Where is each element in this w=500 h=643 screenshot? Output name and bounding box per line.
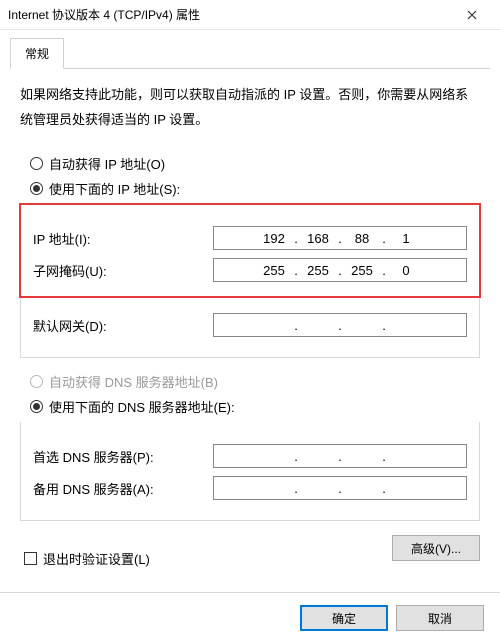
row-subnet-mask: 子网掩码(U): 255. 255. 255. 0 — [33, 258, 467, 282]
radio-label: 自动获得 DNS 服务器地址(B) — [49, 372, 218, 391]
row-dns-primary: 首选 DNS 服务器(P): . . . — [33, 444, 467, 468]
input-subnet-mask[interactable]: 255. 255. 255. 0 — [213, 258, 467, 282]
row-dns-secondary: 备用 DNS 服务器(A): . . . — [33, 476, 467, 500]
input-dns-secondary[interactable]: . . . — [213, 476, 467, 500]
description-text: 如果网络支持此功能，则可以获取自动指派的 IP 设置。否则，你需要从网络系统管理… — [20, 83, 480, 132]
advanced-button[interactable]: 高级(V)... — [392, 535, 480, 561]
radio-auto-ip[interactable]: 自动获得 IP 地址(O) — [30, 154, 480, 173]
group-dns: 首选 DNS 服务器(P): . . . 备用 DNS 服务器(A): . . … — [20, 422, 480, 521]
titlebar: Internet 协议版本 4 (TCP/IPv4) 属性 — [0, 0, 500, 30]
checkbox-validate-on-exit[interactable]: 退出时验证设置(L) — [24, 549, 150, 568]
group-ip-highlight: IP 地址(I): 192. 168. 88. 1 子网掩码(U): 255. … — [20, 204, 480, 297]
row-ip-address: IP 地址(I): 192. 168. 88. 1 — [33, 226, 467, 250]
input-ip-address[interactable]: 192. 168. 88. 1 — [213, 226, 467, 250]
row-default-gateway: 默认网关(D): . . . — [33, 313, 467, 337]
radio-icon — [30, 157, 43, 170]
label-dns-primary: 首选 DNS 服务器(P): — [33, 447, 213, 466]
label-dns-secondary: 备用 DNS 服务器(A): — [33, 479, 213, 498]
label-subnet-mask: 子网掩码(U): — [33, 261, 213, 280]
checkbox-label: 退出时验证设置(L) — [43, 549, 150, 568]
tab-strip: 常规 — [10, 38, 490, 69]
radio-icon — [30, 182, 43, 195]
radio-manual-ip[interactable]: 使用下面的 IP 地址(S): — [30, 179, 480, 198]
label-default-gateway: 默认网关(D): — [33, 316, 213, 335]
input-dns-primary[interactable]: . . . — [213, 444, 467, 468]
radio-icon — [30, 375, 43, 388]
input-default-gateway[interactable]: . . . — [213, 313, 467, 337]
advanced-row: 退出时验证设置(L) 高级(V)... — [20, 535, 480, 568]
cancel-button[interactable]: 取消 — [396, 605, 484, 631]
dialog-footer: 确定 取消 — [0, 592, 500, 643]
radio-label: 使用下面的 DNS 服务器地址(E): — [49, 397, 235, 416]
tab-content: 如果网络支持此功能，则可以获取自动指派的 IP 设置。否则，你需要从网络系统管理… — [0, 69, 500, 578]
radio-label: 自动获得 IP 地址(O) — [49, 154, 165, 173]
tab-general[interactable]: 常规 — [10, 38, 64, 69]
radio-label: 使用下面的 IP 地址(S): — [49, 179, 180, 198]
group-gateway: 默认网关(D): . . . — [20, 297, 480, 358]
label-ip-address: IP 地址(I): — [33, 229, 213, 248]
radio-auto-dns: 自动获得 DNS 服务器地址(B) — [30, 372, 480, 391]
radio-manual-dns[interactable]: 使用下面的 DNS 服务器地址(E): — [30, 397, 480, 416]
checkbox-icon — [24, 552, 37, 565]
ok-button[interactable]: 确定 — [300, 605, 388, 631]
close-button[interactable] — [452, 1, 492, 29]
close-icon — [467, 10, 477, 20]
radio-icon — [30, 400, 43, 413]
window-title: Internet 协议版本 4 (TCP/IPv4) 属性 — [8, 6, 452, 23]
